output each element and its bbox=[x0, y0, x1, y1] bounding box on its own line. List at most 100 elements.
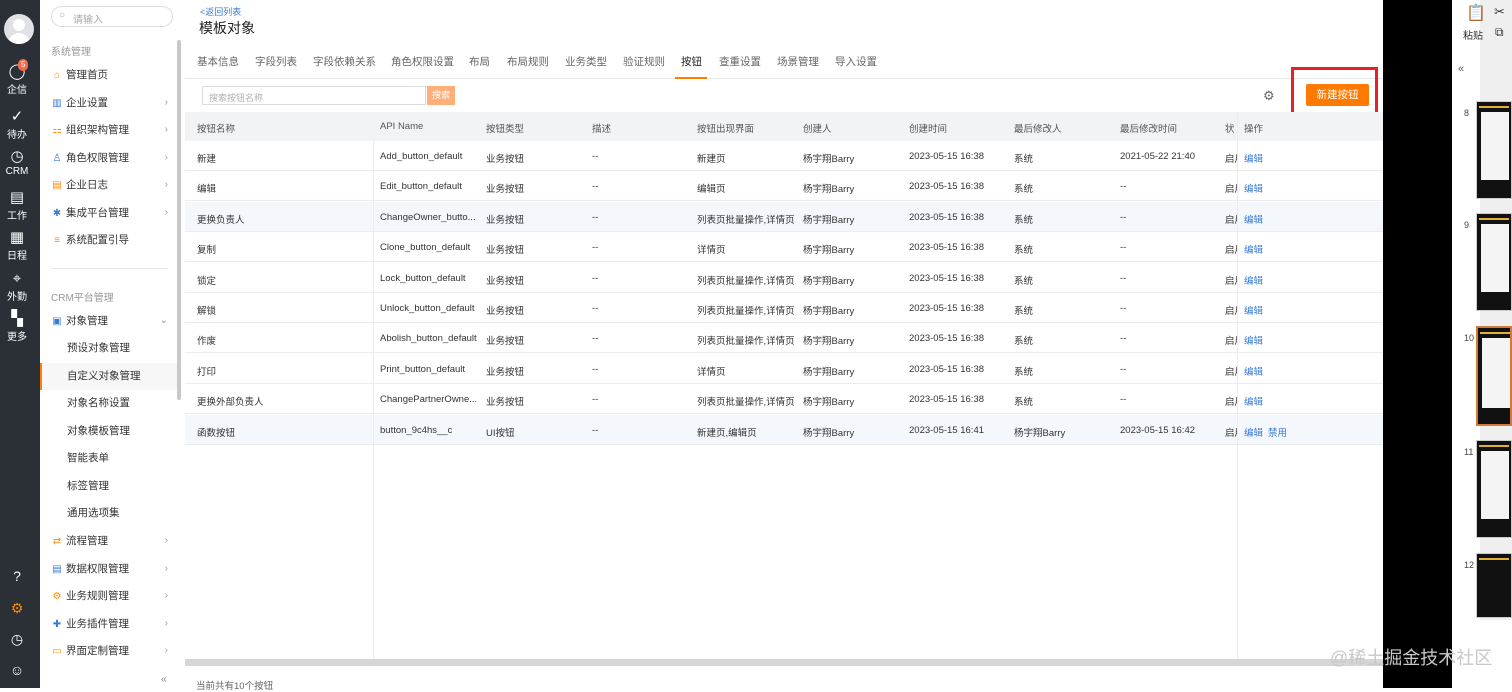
rail-item-2[interactable]: ◷ CRM bbox=[0, 148, 34, 177]
gear-icon[interactable]: ⚙ bbox=[0, 600, 34, 617]
grid-icon: ▚ bbox=[11, 310, 23, 327]
cell-name: 复制 bbox=[197, 245, 217, 257]
rail-item-4[interactable]: ▦ 日程 bbox=[0, 229, 34, 262]
sidebar-item-items1-5[interactable]: ✱ 集成平台管理 › bbox=[51, 204, 172, 222]
sidebar-search-input[interactable]: ○ 请输入 bbox=[51, 6, 173, 27]
sidebar-item-items2-4[interactable]: ▭ 界面定制管理 › bbox=[51, 642, 172, 660]
sidebar-item-items1-6[interactable]: ≡ 系统配置引导 bbox=[51, 231, 172, 249]
help-icon[interactable]: ? bbox=[0, 568, 34, 584]
sidebar-subitem-6[interactable]: 通用选项集 bbox=[40, 500, 177, 527]
edit-link[interactable]: 编辑 bbox=[1244, 242, 1263, 256]
collapse-panel-icon[interactable]: « bbox=[1458, 63, 1464, 75]
cell-desc: -- bbox=[592, 272, 599, 284]
cell-created: 2023-05-15 16:38 bbox=[909, 303, 985, 314]
sidebar-item-items2-1[interactable]: ▤ 数据权限管理 › bbox=[51, 560, 172, 578]
edit-link[interactable]: 编辑 bbox=[1244, 303, 1263, 317]
edit-link[interactable]: 编辑 bbox=[1244, 181, 1263, 195]
tab-11[interactable]: 导入设置 bbox=[835, 54, 877, 69]
edit-link[interactable]: 编辑 bbox=[1244, 364, 1263, 378]
rail-item-0[interactable]: ◯ 企信 5 bbox=[0, 59, 34, 96]
tab-5[interactable]: 布局规则 bbox=[507, 54, 549, 69]
tab-8[interactable]: 按钮 bbox=[681, 54, 702, 69]
sidebar-subitem-4[interactable]: 智能表单 bbox=[40, 445, 177, 472]
sidebar-subitem-0[interactable]: 预设对象管理 bbox=[40, 335, 177, 362]
cell-name: 更换外部负责人 bbox=[197, 397, 264, 409]
column-header-10: 操作 bbox=[1244, 124, 1264, 135]
rail-item-1[interactable]: ✓ 待办 bbox=[0, 108, 34, 141]
section-title-crm: CRM平台管理 bbox=[51, 293, 114, 304]
slide-content bbox=[1481, 224, 1509, 292]
cell-api: Add_button_default bbox=[380, 151, 463, 162]
cell-ui: 新建页,编辑页 bbox=[697, 427, 757, 439]
sidebar-item-items1-2[interactable]: ⚏ 组织架构管理 › bbox=[51, 121, 172, 139]
copy-icon[interactable]: ⧉ bbox=[1495, 25, 1504, 40]
slide-thumbnail[interactable] bbox=[1476, 440, 1512, 538]
cell-ui: 列表页批量操作,详情页 bbox=[697, 275, 795, 287]
cell-modified: -- bbox=[1120, 242, 1127, 254]
ui-custom-icon: ▭ bbox=[52, 646, 62, 657]
slide-thumbnail[interactable] bbox=[1476, 101, 1512, 199]
slide-thumbnail[interactable] bbox=[1476, 213, 1512, 311]
collapse-sidebar-icon[interactable]: « bbox=[161, 674, 167, 685]
sidebar-subitem-3[interactable]: 对象模板管理 bbox=[40, 418, 177, 445]
sidebar-subitem-5[interactable]: 标签管理 bbox=[40, 473, 177, 500]
sidebar-item-items2-3[interactable]: ✚ 业务插件管理 › bbox=[51, 615, 172, 633]
edit-link[interactable]: 编辑 bbox=[1244, 212, 1263, 226]
tab-2[interactable]: 字段依赖关系 bbox=[313, 54, 376, 69]
edit-link[interactable]: 编辑 bbox=[1244, 394, 1263, 408]
search-icon: ○ bbox=[59, 10, 66, 21]
disable-link[interactable]: 禁用 bbox=[1268, 425, 1287, 439]
cell-name: 新建 bbox=[197, 154, 217, 165]
paste-icon[interactable]: 📋 bbox=[1466, 3, 1486, 23]
sidebar-subitem-2[interactable]: 对象名称设置 bbox=[40, 390, 177, 417]
sidebar-subitem-1[interactable]: 自定义对象管理 bbox=[40, 362, 177, 390]
rail-item-6[interactable]: ▚ 更多 bbox=[0, 310, 34, 343]
sidebar-item-items2-0[interactable]: ⇄ 流程管理 › bbox=[51, 532, 172, 550]
sidebar-item-items1-1[interactable]: ▥ 企业设置 › bbox=[51, 94, 172, 112]
slide-thumbnail[interactable] bbox=[1476, 553, 1512, 618]
role-icon: ♙ bbox=[52, 152, 62, 164]
active-tab-indicator bbox=[675, 77, 707, 79]
rail-item-3[interactable]: ▤ 工作 bbox=[0, 189, 34, 222]
sidebar-item-items2-2[interactable]: ⚙ 业务规则管理 › bbox=[51, 587, 172, 605]
sidebar-item-object-mgmt[interactable]: ▣ 对象管理 ⌄ bbox=[51, 312, 172, 330]
column-divider bbox=[1237, 112, 1238, 659]
cell-creator: 杨宇翔Barry bbox=[803, 154, 855, 165]
search-button[interactable]: 搜索 bbox=[427, 86, 455, 105]
edit-link[interactable]: 编辑 bbox=[1244, 151, 1263, 165]
cell-creator: 杨宇翔Barry bbox=[803, 366, 855, 378]
cell-api: Clone_button_default bbox=[380, 242, 471, 254]
edit-link[interactable]: 编辑 bbox=[1244, 273, 1263, 287]
tab-4[interactable]: 布局 bbox=[469, 54, 490, 69]
cell-status: 启用 bbox=[1225, 427, 1237, 439]
sidebar-item-label: 业务规则管理 bbox=[66, 590, 129, 602]
settings-icon[interactable]: ⚙ bbox=[1263, 88, 1275, 104]
sidebar-item-items1-4[interactable]: ▤ 企业日志 › bbox=[51, 176, 172, 194]
paste-label[interactable]: 粘贴 bbox=[1463, 27, 1483, 42]
tab-7[interactable]: 验证规则 bbox=[623, 54, 665, 69]
tab-9[interactable]: 查重设置 bbox=[719, 54, 761, 69]
cell-modified: 2023-05-15 16:42 bbox=[1120, 424, 1196, 436]
sidebar-item-items1-3[interactable]: ♙ 角色权限管理 › bbox=[51, 149, 172, 167]
cell-desc: -- bbox=[592, 303, 599, 314]
cell-modifier: 系统 bbox=[1014, 306, 1034, 317]
tab-1[interactable]: 字段列表 bbox=[255, 54, 297, 69]
button-search-input[interactable]: 搜索按钮名称 bbox=[202, 86, 426, 105]
sidebar-item-items1-0[interactable]: ⌂ 管理首页 bbox=[51, 66, 172, 84]
contacts-icon[interactable]: ☺ bbox=[0, 662, 34, 678]
tab-0[interactable]: 基本信息 bbox=[197, 54, 239, 69]
horizontal-scrollbar[interactable] bbox=[185, 659, 1383, 666]
cut-icon[interactable]: ✂ bbox=[1494, 4, 1505, 20]
tab-6[interactable]: 业务类型 bbox=[565, 54, 607, 69]
edit-link[interactable]: 编辑 bbox=[1244, 333, 1263, 347]
edit-link[interactable]: 编辑 bbox=[1244, 425, 1263, 439]
tab-10[interactable]: 场景管理 bbox=[777, 54, 819, 69]
avatar[interactable] bbox=[4, 14, 34, 44]
history-icon[interactable]: ◷ bbox=[0, 631, 34, 648]
cell-type: 业务按钮 bbox=[486, 397, 525, 409]
slide-thumbnail[interactable] bbox=[1476, 326, 1512, 426]
back-link[interactable]: <返回列表 bbox=[200, 5, 241, 18]
rail-item-5[interactable]: ⌖ 外勤 bbox=[0, 270, 34, 303]
tab-3[interactable]: 角色权限设置 bbox=[391, 54, 454, 69]
cell-api: Lock_button_default bbox=[380, 272, 466, 284]
